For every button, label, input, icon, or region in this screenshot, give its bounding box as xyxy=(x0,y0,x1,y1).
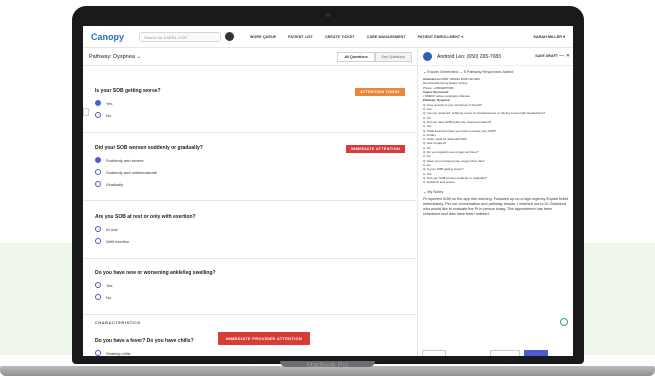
characteristics-heading: CHARACTERISTICS xyxy=(95,320,141,325)
notes-text[interactable]: Pt reported SOB on the app this morning.… xyxy=(423,197,568,217)
option-yes[interactable]: Yes xyxy=(95,282,411,288)
question-sob-sudden: Did your SOB worsen suddenly or graduall… xyxy=(95,145,411,193)
divider xyxy=(83,314,416,315)
radio-icon[interactable] xyxy=(95,238,101,244)
option-yes[interactable]: Yes xyxy=(95,100,411,106)
immediate-attention-badge: IMMEDIATE ATTENTION xyxy=(345,145,405,153)
tab-key-questions[interactable]: Key Questions xyxy=(374,52,412,62)
camera-icon xyxy=(326,13,330,17)
option-gradually[interactable]: Gradually xyxy=(95,181,411,187)
divider xyxy=(83,258,416,259)
chat-bubble-icon[interactable] xyxy=(560,318,568,326)
attention-today-badge: ATTENTION TODAY xyxy=(355,88,405,96)
call-summary: Android Leo MRN: 000010 DOB 1/2/1960 Remo… xyxy=(423,77,568,184)
pathway-header: Pathway: Dyspnea ⌄ All Questions Key Que… xyxy=(83,48,416,66)
top-nav: Canopy Search for a MRN, DOB WORK QUEUE … xyxy=(83,26,573,48)
nav-patient-list[interactable]: PATIENT LIST xyxy=(288,35,313,39)
avatar xyxy=(423,52,432,61)
pathway-pane: Pathway: Dyspnea ⌄ All Questions Key Que… xyxy=(83,48,416,356)
radio-icon[interactable] xyxy=(95,294,101,300)
close-icon[interactable]: ✕ xyxy=(566,53,570,59)
nav-create-ticket[interactable]: CREATE TICKET xyxy=(325,35,355,39)
nav-care-management[interactable]: CARE MANAGEMENT xyxy=(367,35,406,39)
nav-work-queue[interactable]: WORK QUEUE xyxy=(250,35,276,39)
question-sob-worse: Is your SOB getting worse? ATTENTION TOD… xyxy=(95,88,411,124)
call-panel: Android Leo: (650) 265-7083 SAVE DRAFT —… xyxy=(417,48,573,356)
footer-primary-button[interactable] xyxy=(524,350,548,356)
radio-icon[interactable] xyxy=(95,350,101,356)
option-suddenly-mild[interactable]: Suddenly and mild/moderate xyxy=(95,169,411,175)
laptop-base: MacBook Pro xyxy=(0,361,655,383)
question-ankle-swelling: Do you have new or worsening ankle/leg s… xyxy=(95,270,411,306)
immediate-provider-attention-badge: IMMEDIATE PROVIDER ATTENTION xyxy=(218,332,311,345)
app-logo[interactable]: Canopy xyxy=(91,32,131,42)
pathway-title[interactable]: Pathway: Dyspnea ⌄ xyxy=(89,54,141,60)
save-draft-button[interactable]: SAVE DRAFT xyxy=(535,54,558,58)
question-tabs: All Questions Key Questions xyxy=(337,52,412,62)
option-at-rest[interactable]: At rest xyxy=(95,226,411,232)
collapse-handle[interactable] xyxy=(83,108,89,116)
device-label: MacBook Pro xyxy=(306,362,349,369)
caller-name: Android Leo: (650) 265-7083 xyxy=(437,53,501,60)
footer-button[interactable] xyxy=(422,350,446,356)
radio-icon[interactable] xyxy=(95,282,101,288)
tab-all-questions[interactable]: All Questions xyxy=(337,52,375,62)
question-fever: Do you have a fever? Do you have chills?… xyxy=(95,332,411,356)
question-title: Are you SOB at rest or only with exertio… xyxy=(95,214,196,220)
call-header: Android Leo: (650) 265-7083 SAVE DRAFT —… xyxy=(418,48,573,66)
panel-footer xyxy=(418,350,573,356)
question-sob-rest: Are you SOB at rest or only with exertio… xyxy=(95,214,411,250)
radio-icon[interactable] xyxy=(95,226,101,232)
search-input[interactable]: Search for a MRN, DOB xyxy=(139,31,221,42)
search-icon[interactable] xyxy=(225,32,234,41)
radio-icon[interactable] xyxy=(95,181,101,187)
divider xyxy=(83,132,416,133)
footer-button[interactable] xyxy=(490,350,520,356)
option-shaking-chills[interactable]: Shaking chills xyxy=(95,350,411,356)
nav-links: WORK QUEUE PATIENT LIST CREATE TICKET CA… xyxy=(250,35,475,39)
radio-icon[interactable] xyxy=(95,112,101,118)
question-title: Do you have new or worsening ankle/leg s… xyxy=(95,270,216,276)
user-menu[interactable]: SARAH MILLER ▾ xyxy=(533,34,565,39)
divider xyxy=(83,200,416,201)
minimize-icon[interactable]: — xyxy=(559,53,564,59)
summary-line: A: Suddenly and severe xyxy=(423,180,455,185)
expain-generated-toggle[interactable]: ⌄ Expain Generated — 5 Pathway Responses… xyxy=(418,66,573,77)
app-screen: Canopy Search for a MRN, DOB WORK QUEUE … xyxy=(83,26,573,356)
option-no[interactable]: No xyxy=(95,294,411,300)
radio-selected-icon[interactable] xyxy=(95,157,101,163)
radio-icon[interactable] xyxy=(95,169,101,175)
option-no[interactable]: No xyxy=(95,112,411,118)
nav-patient-enrollment[interactable]: PATIENT ENROLLMENT ▾ xyxy=(418,35,464,39)
radio-selected-icon[interactable] xyxy=(95,100,101,106)
my-notes-toggle[interactable]: ⌄ My Notes xyxy=(418,186,573,197)
option-suddenly-severe[interactable]: Suddenly and severe xyxy=(95,157,411,163)
option-with-exertion[interactable]: With exertion xyxy=(95,238,411,244)
